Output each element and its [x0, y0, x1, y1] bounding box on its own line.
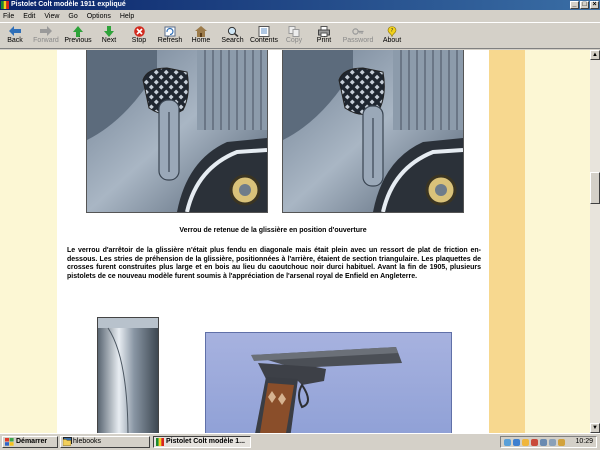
menu-view[interactable]: View: [44, 13, 59, 20]
content-area[interactable]: Verrou de retenue de la glissière en pos…: [0, 50, 590, 433]
search-icon: [226, 25, 240, 37]
scroll-up-button[interactable]: ▲: [590, 50, 600, 60]
usb-icon[interactable]: [558, 439, 565, 446]
scroll-down-button[interactable]: ▼: [590, 423, 600, 433]
folder-icon: [63, 439, 71, 446]
start-button[interactable]: Démarrer: [2, 436, 58, 448]
scroll-thumb[interactable]: [590, 172, 600, 204]
password-icon: [351, 25, 365, 37]
taskbar-item-pistolet[interactable]: Pistolet Colt modèle 1...: [153, 436, 251, 448]
slide-stop-figure-right: [282, 50, 464, 213]
contents-icon: [257, 25, 271, 37]
print-button[interactable]: Print: [309, 23, 339, 48]
security-icon[interactable]: [531, 439, 538, 446]
back-arrow-icon: [8, 25, 22, 37]
print-icon: [317, 25, 331, 37]
title-bar[interactable]: Pistolet Colt modèle 1911 expliqué _ □ ×: [0, 0, 600, 10]
stop-button[interactable]: Stop: [124, 23, 154, 48]
forward-button[interactable]: Forward: [30, 23, 62, 48]
menu-file[interactable]: File: [3, 13, 14, 20]
about-icon: ?: [385, 25, 399, 37]
system-tray: 10:29: [500, 436, 597, 448]
barrel-illustration: [97, 317, 159, 433]
back-button[interactable]: Back: [0, 23, 30, 48]
stop-icon: [132, 25, 146, 37]
close-button[interactable]: ×: [590, 1, 599, 9]
window-controls: _ □ ×: [570, 1, 599, 9]
taskbar-item-hlebooks[interactable]: hlebooks: [60, 436, 150, 448]
clock[interactable]: 10:29: [575, 437, 593, 447]
password-button[interactable]: Password: [339, 23, 377, 48]
window-title: Pistolet Colt modèle 1911 expliqué: [11, 1, 126, 8]
menu-go[interactable]: Go: [68, 13, 77, 20]
search-button[interactable]: Search: [216, 23, 249, 48]
menu-options[interactable]: Options: [87, 13, 111, 20]
home-icon: [194, 25, 208, 37]
taskbar: Démarrer hlebooks Pistolet Colt modèle 1…: [0, 433, 600, 450]
toolbar: Back Forward Previous Next Stop Refresh …: [0, 22, 600, 49]
windows-logo-icon: [5, 438, 14, 446]
vertical-scrollbar[interactable]: ▲ ▼: [590, 50, 600, 433]
previous-icon: [71, 25, 85, 37]
refresh-icon: [163, 25, 177, 37]
svg-text:?: ?: [391, 28, 394, 34]
minimize-button[interactable]: _: [570, 1, 579, 9]
volume-icon[interactable]: [513, 439, 520, 446]
menu-bar: File Edit View Go Options Help: [0, 10, 600, 22]
next-icon: [102, 25, 116, 37]
previous-button[interactable]: Previous: [62, 23, 94, 48]
monitor-icon[interactable]: [549, 439, 556, 446]
home-button[interactable]: Home: [186, 23, 216, 48]
contents-button[interactable]: Contents: [249, 23, 279, 48]
figure-caption: Verrou de retenue de la glissière en pos…: [179, 227, 367, 234]
copy-icon: [287, 25, 301, 37]
refresh-button[interactable]: Refresh: [154, 23, 186, 48]
menu-edit[interactable]: Edit: [23, 13, 35, 20]
slide-stop-figure-left: [86, 50, 268, 213]
side-strip: [489, 50, 525, 433]
about-button[interactable]: ? About: [377, 23, 407, 48]
menu-help[interactable]: Help: [120, 13, 134, 20]
app-icon: [1, 1, 9, 9]
forward-arrow-icon: [39, 25, 53, 37]
copy-button[interactable]: Copy: [279, 23, 309, 48]
pistol-photo: [205, 332, 452, 433]
display-icon[interactable]: [540, 439, 547, 446]
network-icon[interactable]: [504, 439, 511, 446]
body-paragraph: Le verrou d'arrêtoir de la glissière n'é…: [67, 247, 481, 280]
next-button[interactable]: Next: [94, 23, 124, 48]
maximize-button[interactable]: □: [580, 1, 589, 9]
app-icon: [156, 438, 164, 446]
antivirus-icon[interactable]: [522, 439, 529, 446]
